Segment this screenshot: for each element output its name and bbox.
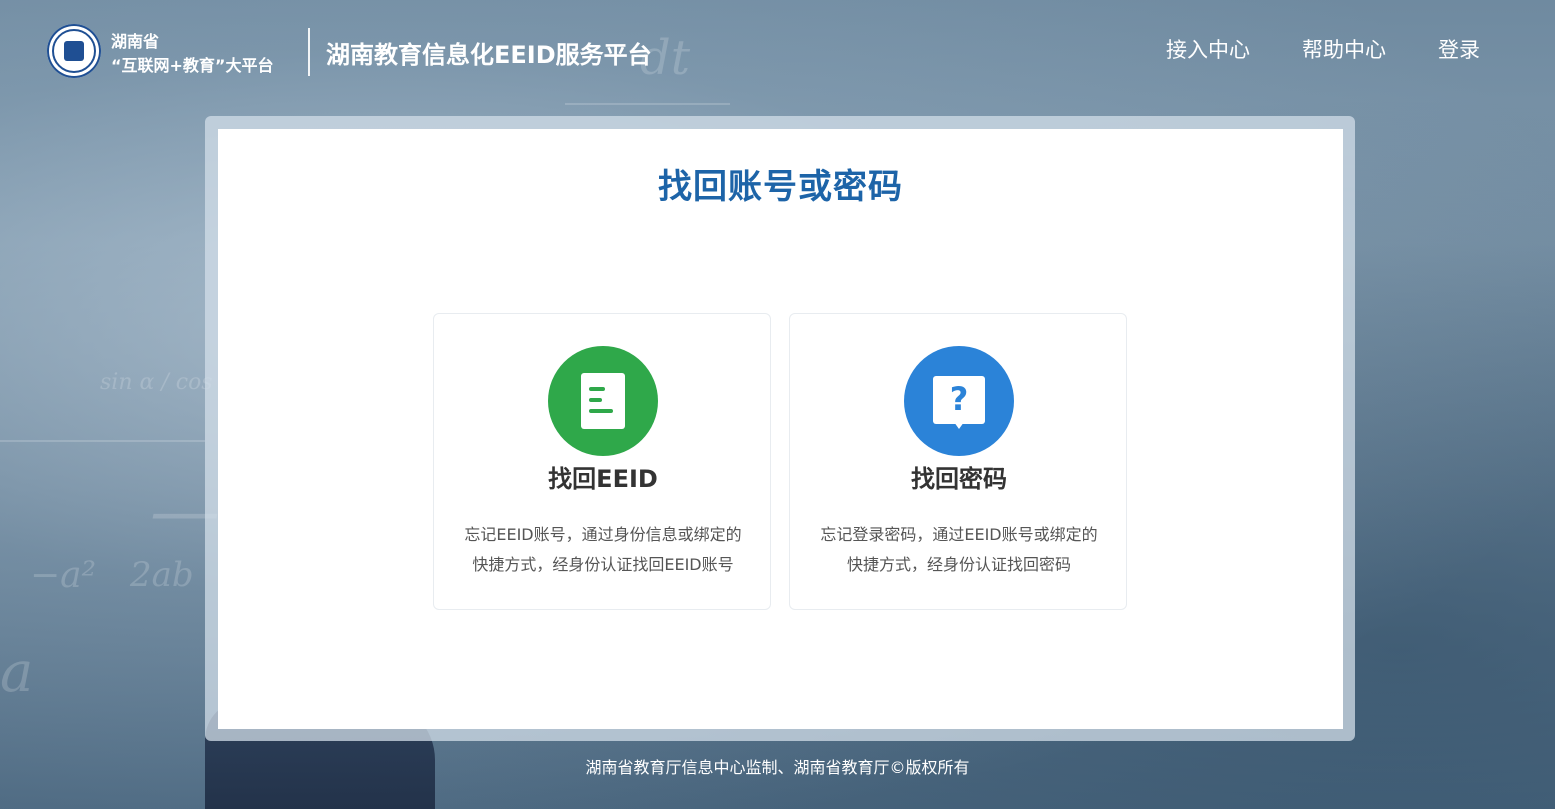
- document-sheet: [581, 373, 625, 429]
- description-line: 忘记EEID账号，通过身份信息或绑定的: [464, 525, 742, 544]
- content-panel: 找回账号或密码 找回EEID 忘记EEID账号，通过身份信息或绑定的 快捷方式，…: [218, 129, 1343, 729]
- background-chalk-math: a: [0, 640, 34, 705]
- content-frame: 找回账号或密码 找回EEID 忘记EEID账号，通过身份信息或绑定的 快捷方式，…: [205, 116, 1355, 741]
- header: 湖南省 “互联网+教育”大平台 湖南教育信息化EEID服务平台 接入中心 帮助中…: [0, 0, 1555, 100]
- page-title: 找回账号或密码: [658, 167, 903, 207]
- site-title[interactable]: 湖南教育信息化EEID服务平台: [326, 35, 652, 70]
- speech-bubble: ?: [933, 376, 985, 429]
- page: — 4 −a² 2ab a sin α / cos α dt 湖南省 “互联网+…: [0, 0, 1555, 809]
- footer-copyright: 湖南省教育厅信息中心监制、湖南省教育厅©版权所有: [585, 758, 970, 777]
- nav-help-center[interactable]: 帮助中心: [1302, 34, 1386, 64]
- top-nav: 接入中心 帮助中心 登录: [1166, 34, 1480, 64]
- background-chalk-math: −a²: [30, 555, 97, 596]
- document-icon: [548, 346, 658, 456]
- recover-password-card[interactable]: ? 找回密码 忘记登录密码，通过EEID账号或绑定的 快捷方式，经身份认证找回密…: [789, 313, 1127, 610]
- background-chalk-line: [0, 440, 205, 442]
- recover-password-description: 忘记登录密码，通过EEID账号或绑定的 快捷方式，经身份认证找回密码: [790, 520, 1128, 580]
- recover-password-title: 找回密码: [911, 465, 1007, 493]
- question-bubble-icon: ?: [904, 346, 1014, 456]
- nav-login[interactable]: 登录: [1438, 34, 1480, 64]
- background-chalk-line: [565, 103, 730, 105]
- brand-line-province: 湖南省: [111, 32, 160, 51]
- document-line: [589, 409, 613, 413]
- description-line: 忘记登录密码，通过EEID账号或绑定的: [820, 525, 1098, 544]
- recover-eeid-card[interactable]: 找回EEID 忘记EEID账号，通过身份信息或绑定的 快捷方式，经身份认证找回E…: [433, 313, 771, 610]
- logo-emblem: [64, 41, 84, 61]
- description-line: 快捷方式，经身份认证找回EEID账号: [472, 555, 734, 574]
- hunan-education-logo-icon[interactable]: [47, 24, 101, 78]
- brand-divider: [308, 28, 310, 76]
- background-chalk-math: 2ab: [130, 555, 194, 595]
- document-line: [589, 387, 605, 391]
- question-mark: ?: [949, 380, 969, 418]
- brand-subtitle: 湖南省 “互联网+教育”大平台: [111, 30, 273, 78]
- document-line: [589, 398, 602, 402]
- description-line: 快捷方式，经身份认证找回密码: [846, 555, 1071, 574]
- recover-eeid-title: 找回EEID: [548, 465, 658, 493]
- nav-access-center[interactable]: 接入中心: [1166, 34, 1250, 64]
- recover-eeid-description: 忘记EEID账号，通过身份信息或绑定的 快捷方式，经身份认证找回EEID账号: [434, 520, 772, 580]
- brand-line-platform: “互联网+教育”大平台: [111, 56, 274, 75]
